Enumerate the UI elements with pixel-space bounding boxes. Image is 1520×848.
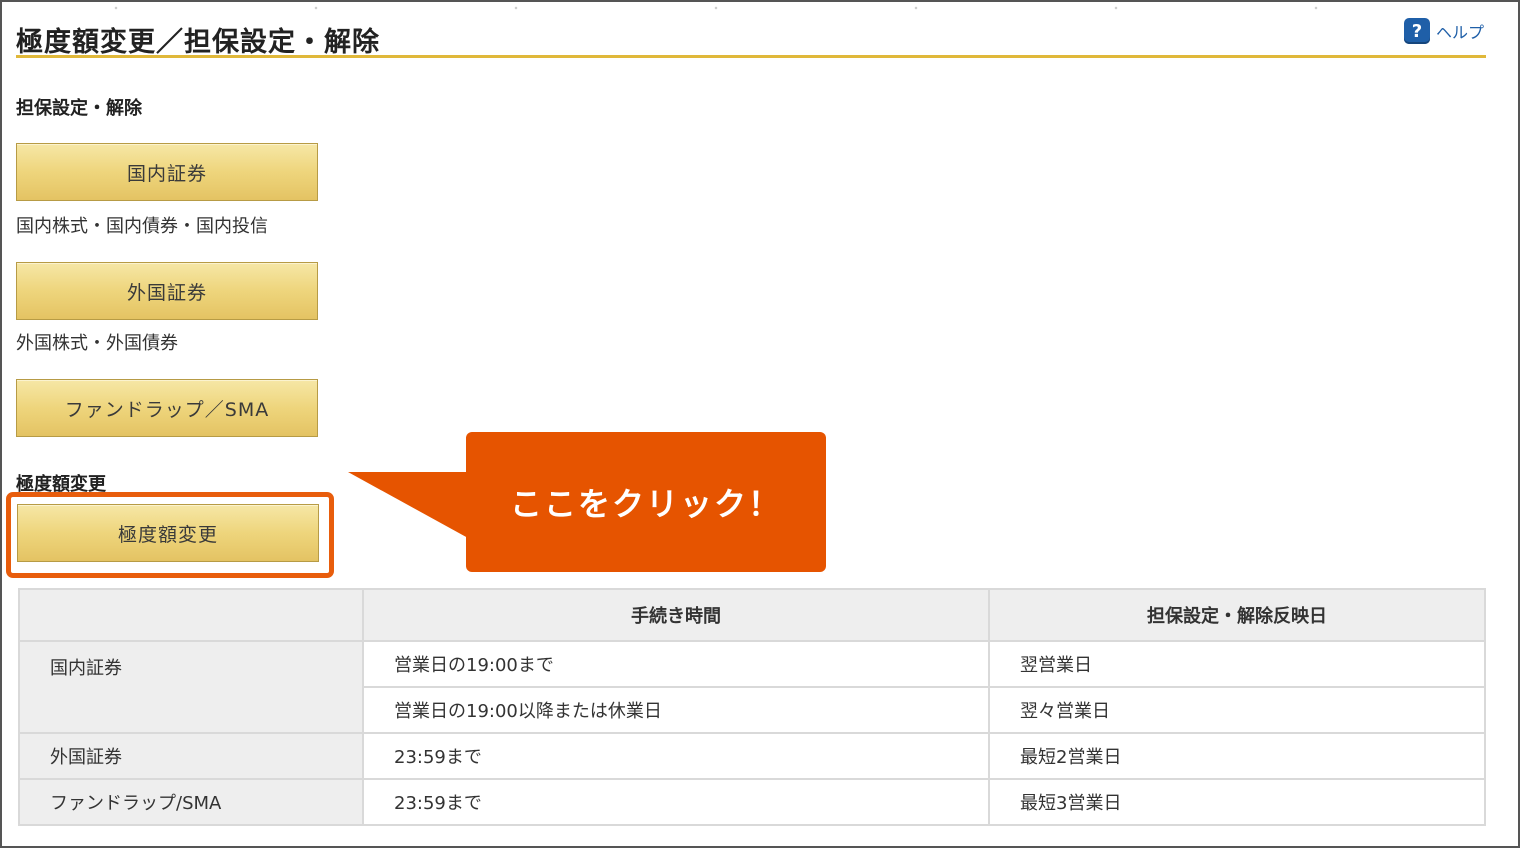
table-header-reflect: 担保設定・解除反映日 <box>988 588 1486 642</box>
row-category: ファンドラップ/SMA <box>18 778 364 826</box>
help-icon: ? <box>1403 18 1430 44</box>
schedule-table: 手続き時間 担保設定・解除反映日 国内証券 営業日の19:00まで 翌営業日 営… <box>18 588 1486 826</box>
table-header-row: 手続き時間 担保設定・解除反映日 <box>18 588 1486 642</box>
row-time: 営業日の19:00以降または休業日 <box>362 686 990 734</box>
page-title: 極度額変更／担保設定・解除 <box>16 27 380 58</box>
row-category: 国内証券 <box>18 640 364 734</box>
page-frame: 極度額変更／担保設定・解除 ? ヘルプ 担保設定・解除 国内証券 国内株式・国内… <box>0 0 1520 848</box>
domestic-securities-description: 国内株式・国内債券・国内投信 <box>16 216 268 237</box>
row-reflect: 翌営業日 <box>988 640 1486 688</box>
row-time: 23:59まで <box>362 732 990 780</box>
title-bar: 極度額変更／担保設定・解除 ? ヘルプ <box>16 16 1486 58</box>
row-time: 営業日の19:00まで <box>362 640 990 688</box>
foreign-securities-button[interactable]: 外国証券 <box>16 262 318 320</box>
click-here-callout: ここをクリック！ <box>466 432 826 572</box>
row-time: 23:59まで <box>362 778 990 826</box>
highlight-box <box>6 492 334 578</box>
help-link[interactable]: ? ヘルプ <box>1403 18 1484 44</box>
fund-wrap-sma-button[interactable]: ファンドラップ／SMA <box>16 379 318 437</box>
top-dotted-divider <box>16 6 1486 10</box>
row-reflect: 最短2営業日 <box>988 732 1486 780</box>
table-row: 国内証券 営業日の19:00まで 翌営業日 <box>18 640 1486 734</box>
callout-pointer <box>348 472 468 538</box>
help-label: ヘルプ <box>1435 23 1484 42</box>
row-reflect: 翌々営業日 <box>988 686 1486 734</box>
row-reflect: 最短3営業日 <box>988 778 1486 826</box>
foreign-securities-description: 外国株式・外国債券 <box>16 333 178 354</box>
table-header-blank <box>18 588 364 642</box>
row-category: 外国証券 <box>18 732 364 780</box>
collateral-section-label: 担保設定・解除 <box>16 98 142 119</box>
table-row: ファンドラップ/SMA 23:59まで 最短3営業日 <box>18 778 1486 826</box>
table-row: 外国証券 23:59まで 最短2営業日 <box>18 732 1486 780</box>
table-header-time: 手続き時間 <box>362 588 990 642</box>
domestic-securities-button[interactable]: 国内証券 <box>16 143 318 201</box>
